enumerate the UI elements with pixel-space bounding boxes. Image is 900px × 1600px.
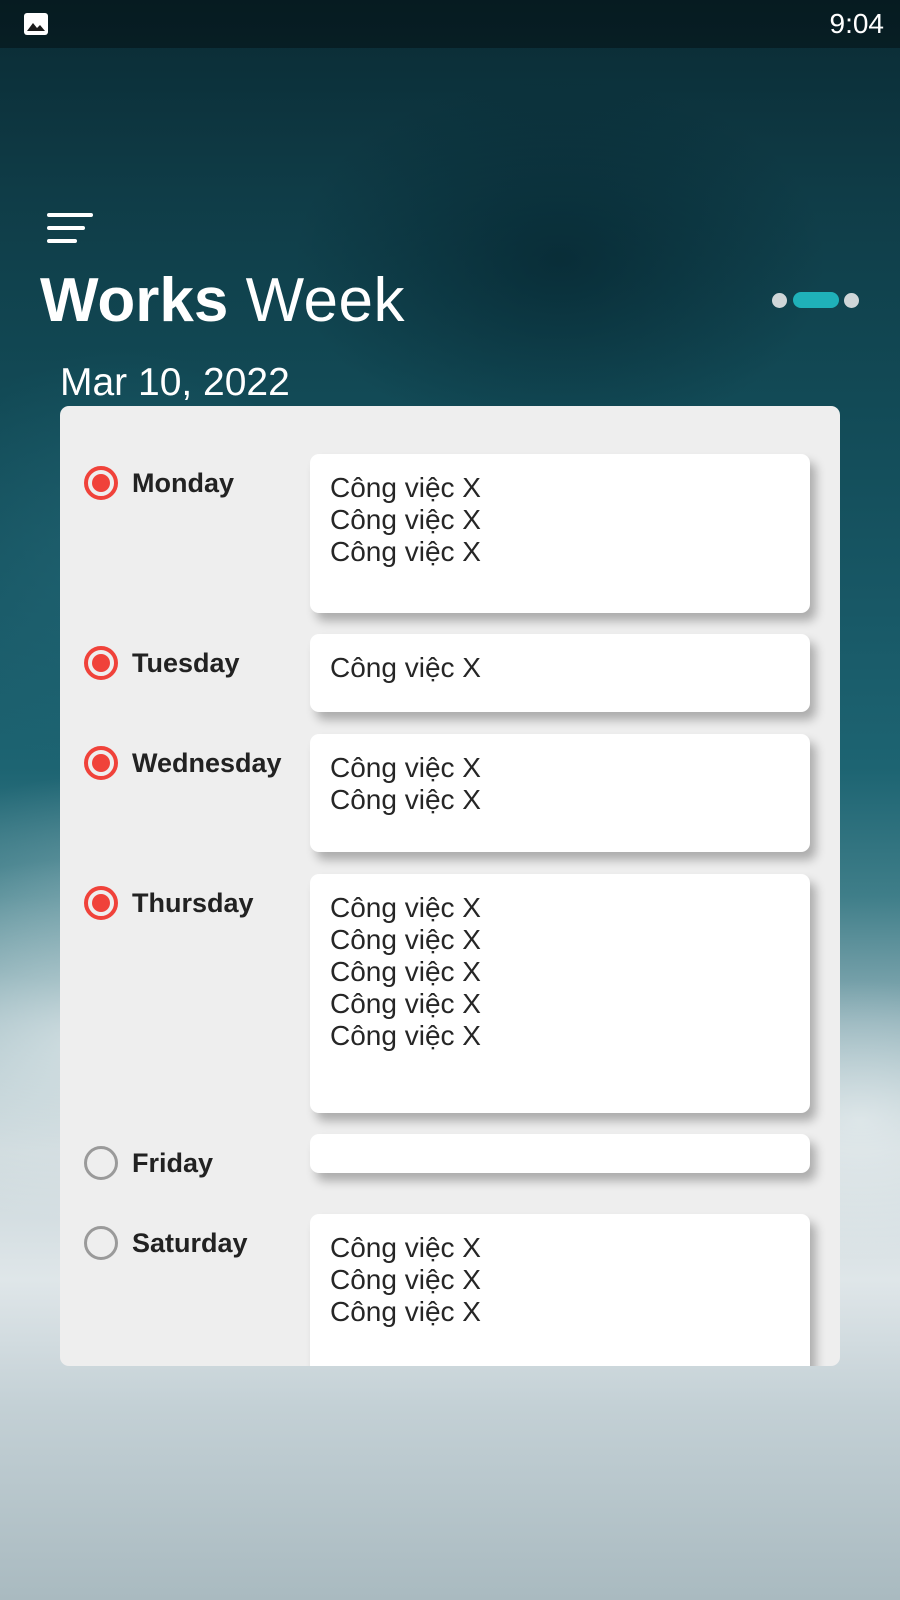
week-card: Monday Công việc X Công việc X Công việc…	[60, 406, 840, 1366]
task-box-monday[interactable]: Công việc X Công việc X Công việc X	[310, 454, 810, 613]
app-screen: 9:04 Works Week Mar 10, 2022 Monday Công…	[0, 0, 900, 1600]
menu-icon[interactable]	[47, 213, 93, 247]
task-item: Công việc X	[330, 536, 481, 567]
day-checkbox-friday[interactable]	[84, 1146, 118, 1180]
day-label-thursday: Thursday	[132, 888, 254, 918]
day-checkbox-thursday[interactable]	[84, 886, 118, 920]
task-box-saturday[interactable]: Công việc X Công việc X Công việc X	[310, 1214, 810, 1366]
task-item: Công việc X	[330, 1020, 481, 1051]
page-indicator-dot[interactable]	[844, 293, 859, 308]
day-checkbox-wednesday[interactable]	[84, 746, 118, 780]
day-checkbox-tuesday[interactable]	[84, 646, 118, 680]
task-item: Công việc X	[330, 472, 481, 503]
task-item: Công việc X	[330, 752, 481, 783]
image-icon	[24, 13, 48, 35]
day-label-saturday: Saturday	[132, 1228, 248, 1258]
task-item: Công việc X	[330, 1232, 481, 1263]
page-title: Works Week	[40, 262, 405, 340]
task-item: Công việc X	[330, 988, 481, 1019]
task-item: Công việc X	[330, 652, 481, 683]
task-item: Công việc X	[330, 784, 481, 815]
page-title-light: Week	[245, 266, 405, 335]
task-item: Công việc X	[330, 924, 481, 955]
page-title-bold: Works	[40, 266, 229, 335]
status-bar: 9:04	[0, 0, 900, 48]
status-time: 9:04	[829, 8, 885, 39]
task-box-thursday[interactable]: Công việc X Công việc X Công việc X Công…	[310, 874, 810, 1113]
task-item: Công việc X	[330, 504, 481, 535]
task-item: Công việc X	[330, 1264, 481, 1295]
task-box-tuesday[interactable]: Công việc X	[310, 634, 810, 712]
task-item: Công việc X	[330, 956, 481, 987]
day-checkbox-saturday[interactable]	[84, 1226, 118, 1260]
task-box-friday[interactable]	[310, 1134, 810, 1173]
task-item: Công việc X	[330, 892, 481, 923]
task-box-wednesday[interactable]: Công việc X Công việc X	[310, 734, 810, 852]
selected-date[interactable]: Mar 10, 2022	[60, 358, 290, 408]
day-label-tuesday: Tuesday	[132, 648, 240, 678]
task-item: Công việc X	[330, 1296, 481, 1327]
day-label-wednesday: Wednesday	[132, 748, 282, 778]
page-indicator-dot-active[interactable]	[793, 292, 839, 308]
page-indicator-dot[interactable]	[772, 293, 787, 308]
day-checkbox-monday[interactable]	[84, 466, 118, 500]
day-label-friday: Friday	[132, 1148, 214, 1178]
day-label-monday: Monday	[132, 468, 235, 498]
